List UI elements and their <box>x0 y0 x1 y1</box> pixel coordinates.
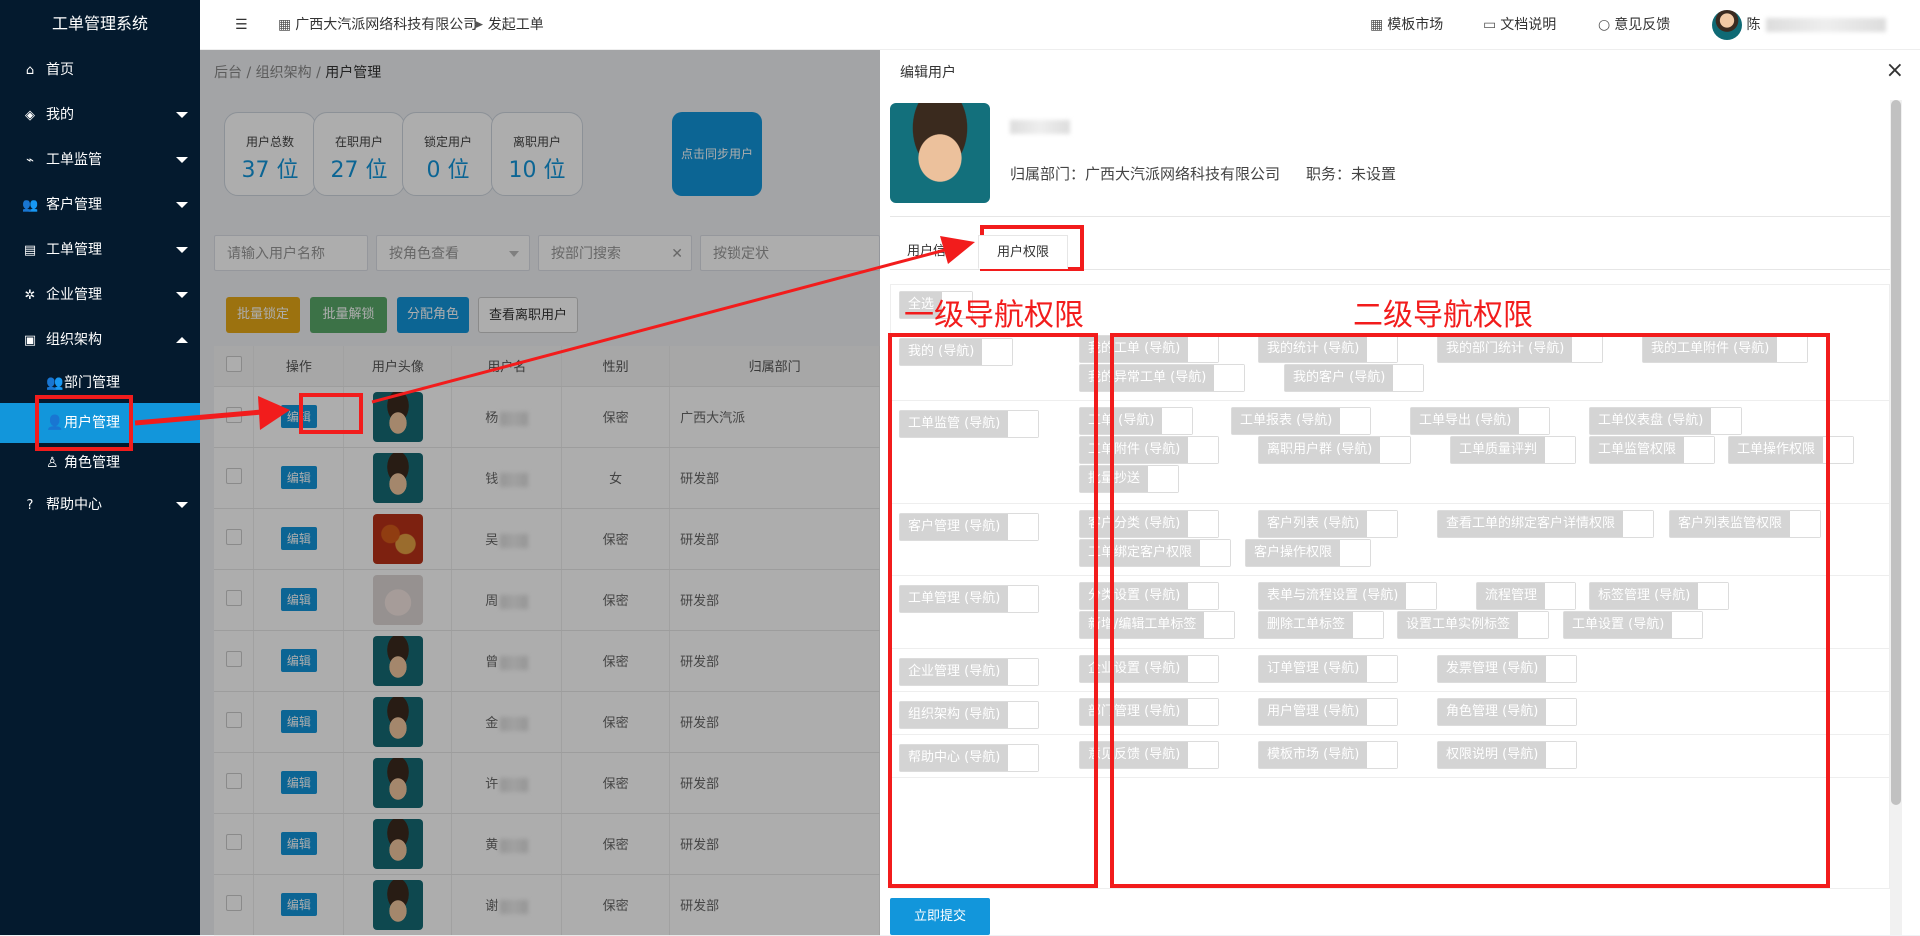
chevron-down-icon <box>176 502 188 508</box>
sidebar-subitem-label: 部门管理 <box>64 375 120 391</box>
org-icon: ▣ <box>23 333 37 348</box>
sidebar-item-label: 我的 <box>46 107 74 123</box>
user-info: 归属部门：广西大汽派网络科技有限公司 职务：未设置 <box>1010 163 1396 184</box>
annotation-box-user-menu <box>35 395 133 451</box>
tab-user-info[interactable]: 用户信息 <box>907 235 959 269</box>
sidebar-item-label: 首页 <box>46 62 74 78</box>
send-icon: ➤ <box>472 17 484 33</box>
book-icon: ▭ <box>1483 17 1497 33</box>
drawer-scrollbar[interactable] <box>1890 100 1902 935</box>
sidebar-item-3[interactable]: 👥 客户管理 <box>0 183 200 228</box>
chevron-down-icon <box>176 247 188 253</box>
annotation-box-level1 <box>888 333 1098 888</box>
sidebar-item-0[interactable]: ⌂ 首页 <box>0 48 200 93</box>
sidebar-item-6[interactable]: ▣ 组织架构 <box>0 318 200 363</box>
blurred-username <box>1766 18 1887 32</box>
sidebar-item-2[interactable]: ⌁ 工单监管 <box>0 138 200 183</box>
document-icon: ▤ <box>23 243 37 258</box>
chevron-down-icon <box>176 292 188 298</box>
sidebar-item-label: 工单监管 <box>46 152 102 168</box>
sidebar-item-help[interactable]: ? 帮助中心 <box>0 483 200 528</box>
chevron-down-icon <box>176 112 188 118</box>
layers-icon: ◈ <box>25 108 35 123</box>
annotation-label-level1: 一级导航权限 <box>904 298 1084 333</box>
sidebar-item-label: 工单管理 <box>46 242 102 258</box>
sidebar: 工单管理系统 ⌂ 首页 ◈ 我的 ⌁ 工单监管 👥 客户管理 ▤ 工单管理 ✲ 企业管理 ▣ 组织架构 👥部… <box>0 0 200 935</box>
feedback-icon: ○ <box>1598 17 1611 33</box>
users-icon: 👥 <box>22 198 39 213</box>
sidebar-item-label: 帮助中心 <box>46 497 102 513</box>
close-icon[interactable]: × <box>1886 58 1904 83</box>
chevron-down-icon <box>176 202 188 208</box>
sidebar-item-1[interactable]: ◈ 我的 <box>0 93 200 138</box>
annotation-label-level2: 二级导航权限 <box>1353 298 1533 333</box>
submit-button[interactable]: 立即提交 <box>890 898 990 935</box>
avatar <box>1712 10 1742 40</box>
new-ticket-link[interactable]: ➤ 发起工单 <box>472 0 544 50</box>
sidebar-item-label: 客户管理 <box>46 197 102 213</box>
topbar: ☰ ▦ 广西大汽派网络科技有限公司 ➤ 发起工单 ▦ 模板市场 ▭ 文档说明 ○ 意见反馈… <box>200 0 1920 50</box>
grid-icon: ▦ <box>1370 17 1384 33</box>
divider <box>890 216 1890 217</box>
user-menu[interactable]: 陈 <box>1712 0 1887 50</box>
feedback-link[interactable]: ○ 意见反馈 <box>1598 0 1670 50</box>
modal-overlay[interactable] <box>200 50 880 935</box>
user-avatar <box>890 103 990 203</box>
annotation-box-level2 <box>1110 333 1830 888</box>
blurred-username <box>1010 120 1070 134</box>
user-position: 职务：未设置 <box>1306 165 1397 183</box>
sidebar-item-4[interactable]: ▤ 工单管理 <box>0 228 200 273</box>
sidebar-item-label: 企业管理 <box>46 287 102 303</box>
template-market-link[interactable]: ▦ 模板市场 <box>1370 0 1443 50</box>
pulse-icon: ⌁ <box>26 153 34 168</box>
tab-user-permissions[interactable]: 用户权限 <box>978 235 1069 269</box>
annotation-box-edit <box>299 393 363 434</box>
user-dept: 归属部门：广西大汽派网络科技有限公司 <box>1010 165 1281 183</box>
chevron-down-icon <box>176 157 188 163</box>
home-icon: ⌂ <box>25 63 35 78</box>
chevron-up-icon <box>176 337 188 343</box>
help-icon: ? <box>26 498 34 513</box>
company-switch[interactable]: ▦ 广西大汽派网络科技有限公司 <box>278 0 477 50</box>
docs-link[interactable]: ▭ 文档说明 <box>1483 0 1556 50</box>
sidebar-subitem-label: 角色管理 <box>64 455 120 471</box>
sidebar-item-5[interactable]: ✲ 企业管理 <box>0 273 200 318</box>
org-icon: ▦ <box>278 17 292 33</box>
scrollbar-thumb[interactable] <box>1891 100 1901 805</box>
drawer-title: 编辑用户 <box>900 65 956 81</box>
menu-toggle-icon[interactable]: ☰ <box>235 0 248 50</box>
sidebar-item-label: 组织架构 <box>46 332 102 348</box>
gear-icon: ✲ <box>24 288 36 303</box>
app-title: 工单管理系统 <box>51 14 148 33</box>
